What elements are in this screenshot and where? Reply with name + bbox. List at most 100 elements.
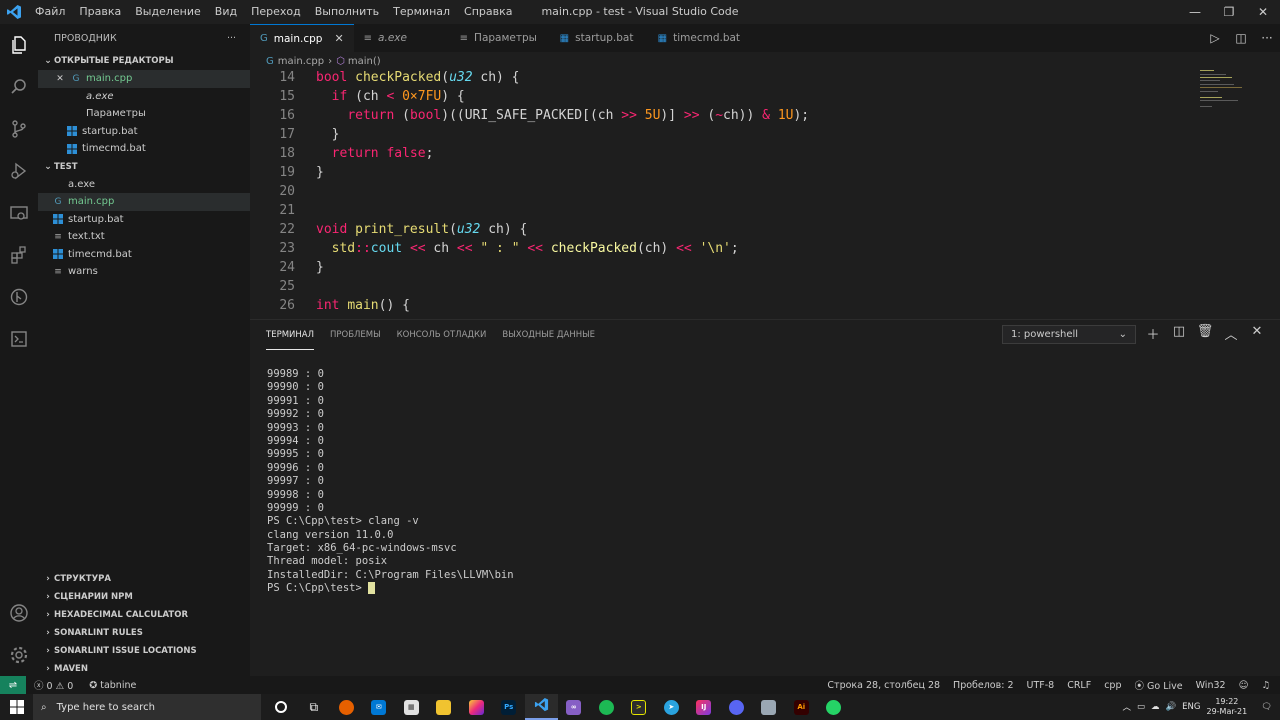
file-tree-item[interactable]: startup.bat	[38, 211, 250, 229]
open-editor-item[interactable]: a.exe	[38, 88, 250, 106]
encoding[interactable]: UTF-8	[1026, 680, 1054, 691]
cursor-position[interactable]: Строка 28, столбец 28	[827, 680, 940, 691]
more-icon[interactable]: ···	[1254, 31, 1280, 45]
split-terminal-icon[interactable]: ◫	[1166, 324, 1192, 343]
folder-section[interactable]: ⌄ TEST	[38, 158, 250, 176]
split-editor-icon[interactable]: ◫	[1228, 31, 1254, 45]
mail-app[interactable]: ✉	[363, 694, 396, 720]
notifications-icon[interactable]: ♫	[1261, 680, 1270, 691]
minimap[interactable]	[1200, 68, 1260, 128]
menu-help[interactable]: Справка	[457, 0, 519, 24]
tab-a-exe[interactable]: ≡ a.exe	[354, 24, 450, 52]
tabnine-status[interactable]: ✪ tabnine	[89, 680, 136, 691]
close-icon[interactable]: ✕	[54, 73, 66, 84]
whatsapp-app[interactable]	[818, 694, 851, 720]
language-mode[interactable]: cpp	[1104, 680, 1121, 691]
tab-timecmd-bat[interactable]: ▦ timecmd.bat	[648, 24, 748, 52]
network-icon[interactable]: ▭	[1137, 702, 1145, 712]
remote-explorer-activity[interactable]	[0, 192, 38, 234]
start-button[interactable]	[0, 694, 33, 720]
telegram-app[interactable]: ➤	[655, 694, 688, 720]
terminal-select[interactable]: 1: powershell ⌄	[1002, 325, 1136, 344]
close-tab-icon[interactable]: ✕	[334, 32, 343, 45]
menu-terminal[interactable]: Терминал	[386, 0, 457, 24]
tab-problems[interactable]: ПРОБЛЕМЫ	[330, 320, 381, 350]
tab-output[interactable]: ВЫХОДНЫЕ ДАННЫЕ	[502, 320, 595, 350]
intellij-app[interactable]: IJ	[688, 694, 721, 720]
chevron-up-icon[interactable]: ︿	[1123, 701, 1132, 713]
terminal-app[interactable]: >	[623, 694, 656, 720]
open-editor-item[interactable]: startup.bat	[38, 123, 250, 141]
manage-activity[interactable]	[0, 634, 38, 676]
close-window-button[interactable]: ✕	[1246, 0, 1280, 24]
file-tree-item[interactable]: G main.cpp	[38, 193, 250, 211]
terminal-output[interactable]: 99989 : 0 99990 : 0 99991 : 0 99992 : 0 …	[267, 368, 514, 596]
vscode-app[interactable]	[525, 694, 558, 720]
open-editors-section[interactable]: ⌄ ОТКРЫТЫЕ РЕДАКТОРЫ	[38, 52, 250, 70]
platform[interactable]: Win32	[1196, 680, 1226, 691]
spotify-app[interactable]	[590, 694, 623, 720]
sonarlint-locations-section[interactable]: › SONARLINT ISSUE LOCATIONS	[38, 642, 250, 660]
open-editor-item[interactable]: timecmd.bat	[38, 140, 250, 158]
run-icon[interactable]: ▷	[1202, 31, 1228, 45]
remote-indicator-icon[interactable]: ⇌	[0, 676, 26, 694]
cloud-icon[interactable]: ☁	[1151, 702, 1160, 712]
run-debug-activity[interactable]	[0, 150, 38, 192]
discord-app[interactable]	[720, 694, 753, 720]
file-explorer-app[interactable]	[428, 694, 461, 720]
hex-calculator-section[interactable]: › HEXADECIMAL CALCULATOR	[38, 606, 250, 624]
firefox-app[interactable]	[330, 694, 363, 720]
input-language[interactable]: ENG	[1182, 702, 1200, 712]
tab-terminal[interactable]: ТЕРМИНАЛ	[266, 320, 314, 350]
open-editor-item[interactable]: ✕ G main.cpp	[38, 70, 250, 88]
close-panel-icon[interactable]: ✕	[1244, 324, 1270, 343]
file-tree-item[interactable]: ≡ text.txt	[38, 228, 250, 246]
task-view-button[interactable]: ⧉	[298, 694, 331, 720]
clock[interactable]: 19:22 29-Mar-21	[1206, 697, 1247, 717]
menu-file[interactable]: Файл	[28, 0, 72, 24]
open-editor-item[interactable]: Параметры	[38, 105, 250, 123]
outline-section[interactable]: › СТРУКТУРА	[38, 570, 250, 588]
menu-view[interactable]: Вид	[208, 0, 244, 24]
file-tree-item[interactable]: timecmd.bat	[38, 246, 250, 264]
sonarlint-rules-section[interactable]: › SONARLINT RULES	[38, 624, 250, 642]
photoshop-app[interactable]: Ps	[493, 694, 526, 720]
tab-startup-bat[interactable]: ▦ startup.bat	[550, 24, 648, 52]
indentation[interactable]: Пробелов: 2	[953, 680, 1013, 691]
line-ending[interactable]: CRLF	[1067, 680, 1091, 691]
menu-go[interactable]: Переход	[244, 0, 308, 24]
problems-status[interactable]: ⓧ 0 ⚠ 0	[34, 678, 73, 692]
illustrator-app[interactable]: Ai	[785, 694, 818, 720]
new-terminal-icon[interactable]: ＋	[1140, 324, 1166, 343]
store-app[interactable]: ▦	[395, 694, 428, 720]
menu-run[interactable]: Выполнить	[308, 0, 386, 24]
maximize-panel-icon[interactable]: ︿	[1218, 324, 1244, 343]
tab-settings[interactable]: ≡ Параметры	[450, 24, 550, 52]
cortana-button[interactable]	[265, 694, 298, 720]
feedback-icon[interactable]: ☺	[1239, 680, 1249, 691]
explorer-activity[interactable]	[0, 24, 38, 66]
menu-edit[interactable]: Правка	[72, 0, 128, 24]
trash-icon[interactable]: 🗑	[1192, 324, 1218, 343]
taskbar-search[interactable]: ⌕ Type here to search	[33, 694, 261, 720]
file-tree-item[interactable]: a.exe	[38, 176, 250, 194]
terminal-activity[interactable]	[0, 318, 38, 360]
breadcrumb-symbol[interactable]: main()	[348, 56, 381, 67]
maximize-button[interactable]: ❐	[1212, 0, 1246, 24]
visual-studio-app[interactable]: ∞	[558, 694, 591, 720]
app-generic[interactable]	[753, 694, 786, 720]
source-control-activity[interactable]	[0, 108, 38, 150]
volume-icon[interactable]: 🔊	[1166, 702, 1177, 712]
accounts-activity[interactable]	[0, 592, 38, 634]
action-center-icon[interactable]: 🗨	[1261, 702, 1272, 712]
search-activity[interactable]	[0, 66, 38, 108]
npm-scripts-section[interactable]: › СЦЕНАРИИ NPM	[38, 588, 250, 606]
breadcrumb-file[interactable]: main.cpp	[278, 56, 324, 67]
photos-app[interactable]	[460, 694, 493, 720]
code-editor[interactable]: 14 bool checkPacked(u32 ch) { 15 if (ch <…	[250, 68, 1280, 316]
minimize-button[interactable]: —	[1178, 0, 1212, 24]
tab-main-cpp[interactable]: G main.cpp ✕	[250, 24, 354, 52]
go-live-button[interactable]: ⦿ Go Live	[1134, 678, 1182, 692]
menu-selection[interactable]: Выделение	[128, 0, 208, 24]
more-actions-button[interactable]: ···	[227, 33, 236, 44]
